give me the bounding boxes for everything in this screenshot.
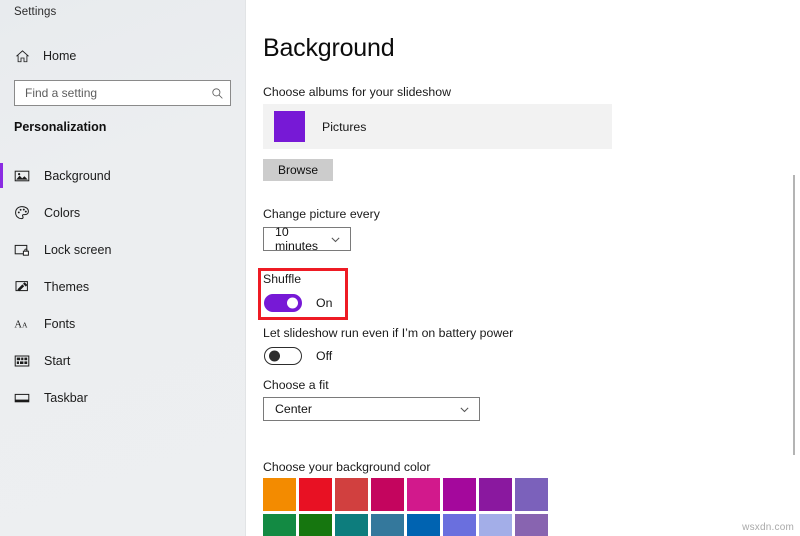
color-swatch[interactable]	[299, 478, 332, 511]
album-name: Pictures	[322, 119, 367, 134]
palette-icon	[13, 204, 31, 222]
brush-icon	[13, 278, 31, 296]
shuffle-state-label: On	[316, 296, 333, 310]
sidebar-item-start[interactable]: Start	[0, 342, 246, 379]
shuffle-toggle-row: On	[264, 294, 332, 312]
selected-accent-bar	[0, 348, 3, 373]
scrollbar-track[interactable]	[788, 30, 800, 536]
sidebar-item-lock-screen[interactable]: Lock screen	[0, 231, 246, 268]
color-swatch[interactable]	[335, 478, 368, 511]
app-title: Settings	[14, 6, 57, 18]
sidebar-section-title: Personalization	[14, 120, 107, 134]
sidebar-home-label: Home	[43, 49, 77, 63]
color-swatch[interactable]	[335, 514, 368, 536]
color-swatch[interactable]	[263, 514, 296, 536]
sidebar-item-label: Themes	[44, 279, 90, 294]
sidebar-item-background[interactable]: Background	[0, 157, 246, 194]
change-interval-label: Change picture every	[263, 207, 380, 221]
sidebar-item-colors[interactable]: Colors	[0, 194, 246, 231]
shuffle-label: Shuffle	[263, 272, 302, 286]
fit-value: Center	[275, 402, 312, 416]
search-icon[interactable]	[210, 86, 224, 100]
sidebar-item-label: Background	[44, 168, 111, 183]
battery-toggle[interactable]	[264, 347, 302, 365]
color-swatch[interactable]	[515, 478, 548, 511]
search-container	[14, 80, 231, 106]
color-swatch[interactable]	[407, 514, 440, 536]
selected-accent-bar	[0, 163, 3, 188]
shuffle-toggle[interactable]	[264, 294, 302, 312]
chevron-down-icon	[458, 403, 470, 415]
sidebar-item-themes[interactable]: Themes	[0, 268, 246, 305]
search-input[interactable]	[25, 86, 210, 100]
background-color-swatches	[263, 478, 548, 536]
toggle-knob	[287, 297, 298, 309]
toggle-knob	[269, 350, 280, 362]
sidebar-item-taskbar[interactable]: Taskbar	[0, 379, 246, 416]
album-thumbnail	[274, 111, 305, 142]
battery-toggle-row: Off	[264, 347, 332, 365]
color-swatch[interactable]	[443, 514, 476, 536]
selected-accent-bar	[0, 385, 3, 410]
fit-dropdown[interactable]: Center	[263, 397, 480, 421]
battery-label: Let slideshow run even if I’m on battery…	[263, 326, 514, 340]
change-interval-value: 10 minutes	[275, 225, 319, 253]
color-swatch[interactable]	[299, 514, 332, 536]
sidebar-item-home[interactable]: Home	[0, 43, 246, 69]
browse-button[interactable]: Browse	[263, 159, 333, 181]
color-swatch[interactable]	[371, 514, 404, 536]
color-swatch[interactable]	[443, 478, 476, 511]
main-content: Background Choose albums for your slides…	[247, 0, 800, 536]
settings-window: Settings Home Personalization	[0, 0, 800, 536]
sidebar-item-label: Start	[44, 353, 71, 368]
start-grid-icon	[13, 352, 31, 370]
selected-accent-bar	[0, 274, 3, 299]
page-title: Background	[263, 34, 395, 62]
sidebar: Settings Home Personalization	[0, 0, 246, 536]
sidebar-item-label: Lock screen	[44, 242, 112, 257]
fit-label: Choose a fit	[263, 378, 329, 392]
album-list-item[interactable]: Pictures	[263, 104, 612, 149]
change-interval-dropdown[interactable]: 10 minutes	[263, 225, 351, 253]
battery-state-label: Off	[316, 349, 333, 363]
background-color-label: Choose your background color	[263, 460, 431, 474]
sidebar-item-label: Colors	[44, 205, 81, 220]
home-icon	[13, 47, 31, 65]
chevron-down-icon	[330, 233, 341, 245]
selected-accent-bar	[0, 311, 3, 336]
albums-label: Choose albums for your slideshow	[263, 85, 451, 99]
color-swatch[interactable]	[407, 478, 440, 511]
fonts-icon: A A	[13, 315, 31, 333]
color-swatch[interactable]	[371, 478, 404, 511]
scrollbar-thumb[interactable]	[793, 175, 795, 455]
color-swatch[interactable]	[479, 478, 512, 511]
color-swatch[interactable]	[515, 514, 548, 536]
color-swatch[interactable]	[263, 478, 296, 511]
sidebar-item-label: Fonts	[44, 316, 76, 331]
color-swatch[interactable]	[479, 514, 512, 536]
picture-icon	[13, 167, 31, 185]
sidebar-item-label: Taskbar	[44, 390, 88, 405]
sidebar-nav: Background Colors Lock screen Themes A A…	[0, 157, 246, 416]
svg-text:A: A	[22, 320, 28, 329]
watermark: wsxdn.com	[742, 522, 794, 533]
sidebar-item-fonts[interactable]: A A Fonts	[0, 305, 246, 342]
search-box[interactable]	[14, 80, 231, 106]
taskbar-icon	[13, 389, 31, 407]
selected-accent-bar	[0, 200, 3, 225]
lock-screen-icon	[13, 241, 31, 259]
selected-accent-bar	[0, 237, 3, 262]
